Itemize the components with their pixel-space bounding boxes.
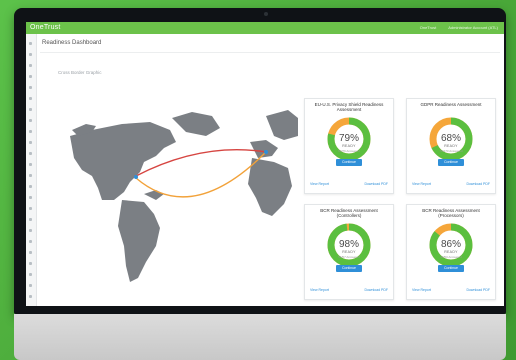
nav-icon[interactable] [29,295,32,298]
nav-icon[interactable] [29,185,32,188]
view-report-link[interactable]: View Report [412,182,431,186]
cards-panel: EU-U.S. Privacy Shield Readiness Assessm… [304,98,496,300]
assessment-card: BCR Readiness Assessment (Processors) 86… [406,204,496,300]
card-title: BCR Readiness Assessment (Processors) [422,208,480,218]
world-map-landmass [70,110,298,282]
nav-icon[interactable] [29,229,32,232]
nav-icon[interactable] [29,207,32,210]
nav-icon[interactable] [29,273,32,276]
nav-icon[interactable] [29,163,32,166]
app-screen: OneTrust OneTrust Administrator Account … [26,22,504,306]
continue-button[interactable]: Continue [336,265,362,272]
gauge-answered: 56/57 Answered [338,255,360,259]
nav-icon[interactable] [29,53,32,56]
gauge-ready-label: READY [444,144,458,148]
download-pdf-link[interactable]: Download PDF [466,288,490,292]
nav-icon[interactable] [29,108,32,111]
gauge-percent: 98% [338,239,359,250]
route-orange [135,151,267,198]
route-origin-dot [134,175,138,179]
top-right-item[interactable]: OneTrust [420,25,437,30]
monitor-chin [14,314,506,360]
view-report-link[interactable]: View Report [412,288,431,292]
download-pdf-link[interactable]: Download PDF [364,288,388,292]
nav-icon[interactable] [29,119,32,122]
nav-icon[interactable] [29,64,32,67]
top-bar: OneTrust OneTrust Administrator Account … [26,22,504,34]
view-report-link[interactable]: View Report [310,288,329,292]
nav-icon[interactable] [29,152,32,155]
nav-icon[interactable] [29,86,32,89]
continue-button[interactable]: Continue [438,159,464,166]
divider [40,52,500,53]
nav-icon[interactable] [29,97,32,100]
download-pdf-link[interactable]: Download PDF [466,182,490,186]
map-title: Cross Border Graphic [58,70,102,75]
assessment-card: EU-U.S. Privacy Shield Readiness Assessm… [304,98,394,194]
nav-icon[interactable] [29,196,32,199]
gauge-ready-label: READY [444,250,458,254]
nav-icon[interactable] [29,218,32,221]
route-target-dot [264,150,268,154]
top-right-menu: OneTrust Administrator Account (ATL) [420,25,498,30]
top-right-item[interactable]: Administrator Account (ATL) [448,25,498,30]
cross-border-map [52,96,298,292]
gauge-ready-label: READY [342,144,356,148]
nav-icon[interactable] [29,75,32,78]
view-report-link[interactable]: View Report [310,182,329,186]
nav-icon[interactable] [29,240,32,243]
continue-button[interactable]: Continue [438,265,464,272]
gauge-percent: 79% [338,133,359,144]
gauge-answered: 70/173 Answered [439,149,463,153]
nav-icon[interactable] [29,42,32,45]
card-title: BCR Readiness Assessment (Controllers) [320,208,378,218]
card-title: EU-U.S. Privacy Shield Readiness Assessm… [314,102,384,112]
assessment-card: GDPR Readiness Assessment 68% READY 70/1… [406,98,496,194]
nav-icon[interactable] [29,130,32,133]
gauge-percent: 86% [440,239,461,250]
continue-button[interactable]: Continue [336,159,362,166]
nav-icon[interactable] [29,141,32,144]
app-logo[interactable]: OneTrust [30,24,61,31]
card-title: GDPR Readiness Assessment [420,102,482,107]
gauge-answered: 60/76 Answered [338,149,360,153]
nav-icon[interactable] [29,262,32,265]
nav-icon[interactable] [29,284,32,287]
gauge-answered: 43/50 Answered [440,255,462,259]
sidebar [26,34,37,306]
page-title: Readiness Dashboard [42,40,102,46]
gauge-ready-label: READY [342,250,356,254]
download-pdf-link[interactable]: Download PDF [364,182,388,186]
nav-icon[interactable] [29,251,32,254]
assessment-card: BCR Readiness Assessment (Controllers) 9… [304,204,394,300]
camera-dot [264,12,268,16]
gauge-percent: 68% [440,133,461,144]
nav-icon[interactable] [29,174,32,177]
